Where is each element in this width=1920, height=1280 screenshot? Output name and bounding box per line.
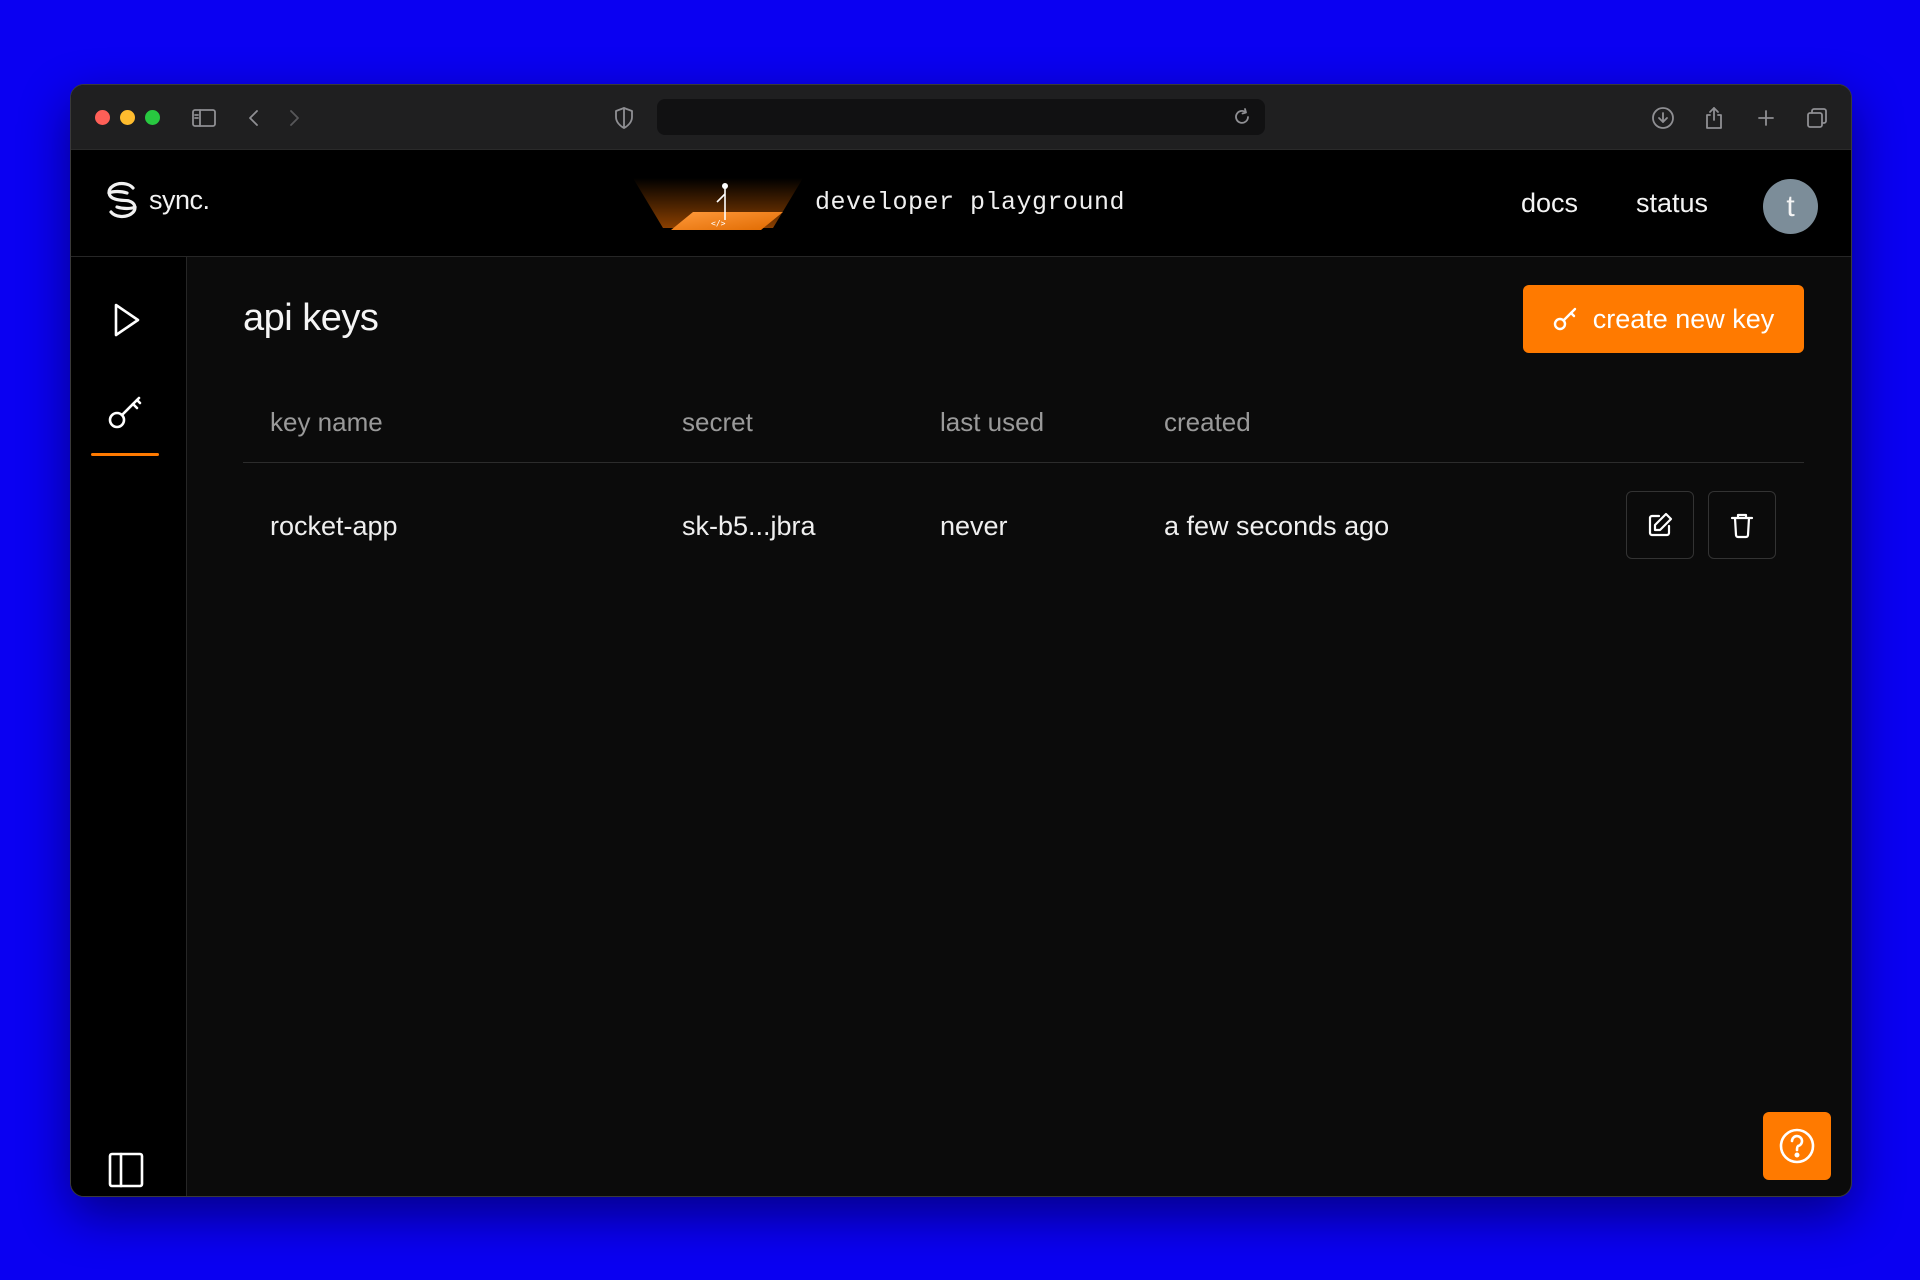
column-header-secret[interactable]: secret xyxy=(682,407,753,438)
browser-toolbar xyxy=(71,85,1851,150)
playground-banner-graphic: </> xyxy=(633,178,803,230)
nav-status-link[interactable]: status xyxy=(1636,188,1708,219)
nav-docs-link[interactable]: docs xyxy=(1521,188,1578,219)
new-tab-icon[interactable] xyxy=(1751,103,1781,133)
delete-key-button[interactable] xyxy=(1708,491,1776,559)
minimize-window-button[interactable] xyxy=(120,110,135,125)
privacy-shield-icon[interactable] xyxy=(609,103,639,133)
browser-window: sync. </> developer playground docs stat… xyxy=(70,84,1852,1197)
column-header-last-used[interactable]: last used xyxy=(940,407,1044,438)
maximize-window-button[interactable] xyxy=(145,110,160,125)
app-header: sync. </> developer playground docs stat… xyxy=(71,150,1851,257)
user-avatar[interactable]: t xyxy=(1763,179,1818,234)
close-window-button[interactable] xyxy=(95,110,110,125)
column-header-key-name[interactable]: key name xyxy=(270,407,383,438)
key-icon xyxy=(1553,307,1576,331)
sidebar-item-api-keys[interactable] xyxy=(91,377,161,447)
edit-key-button[interactable] xyxy=(1626,491,1694,559)
help-button[interactable] xyxy=(1763,1112,1831,1180)
edit-icon xyxy=(1648,512,1673,537)
logo-text: sync. xyxy=(149,184,210,215)
sync-logo-icon xyxy=(107,181,137,219)
banner-title: developer playground xyxy=(815,188,1126,217)
sidebar-toggle-button[interactable] xyxy=(91,1135,161,1196)
trash-icon xyxy=(1730,513,1754,539)
create-new-key-label: create new key xyxy=(1592,303,1775,334)
key-icon xyxy=(108,396,142,429)
column-header-created[interactable]: created xyxy=(1164,407,1251,438)
address-bar[interactable] xyxy=(657,99,1265,135)
back-icon[interactable] xyxy=(239,103,269,133)
play-icon xyxy=(114,303,140,337)
forward-icon[interactable] xyxy=(279,103,309,133)
last-used-cell: never xyxy=(940,511,1008,541)
help-icon xyxy=(1779,1128,1815,1164)
created-cell: a few seconds ago xyxy=(1164,511,1390,541)
svg-text:</>: </> xyxy=(711,219,726,228)
page-title: api keys xyxy=(243,297,379,339)
tabs-overview-icon[interactable] xyxy=(1802,103,1832,133)
sync-logo[interactable]: sync. xyxy=(103,179,210,221)
sidebar xyxy=(71,257,187,1196)
sidebar-toggle-icon xyxy=(108,1152,144,1188)
create-new-key-button[interactable]: create new key xyxy=(1523,285,1804,353)
table-header-divider xyxy=(243,462,1804,463)
sidebar-icon[interactable] xyxy=(189,103,219,133)
active-tab-indicator xyxy=(91,453,159,456)
reload-icon[interactable] xyxy=(1227,102,1257,132)
secret-cell[interactable]: sk-b5...jbra xyxy=(682,511,816,542)
download-icon[interactable] xyxy=(1648,103,1678,133)
share-icon[interactable] xyxy=(1699,103,1729,133)
sidebar-item-playground[interactable] xyxy=(91,285,161,355)
key-name-cell: rocket-app xyxy=(270,511,398,541)
